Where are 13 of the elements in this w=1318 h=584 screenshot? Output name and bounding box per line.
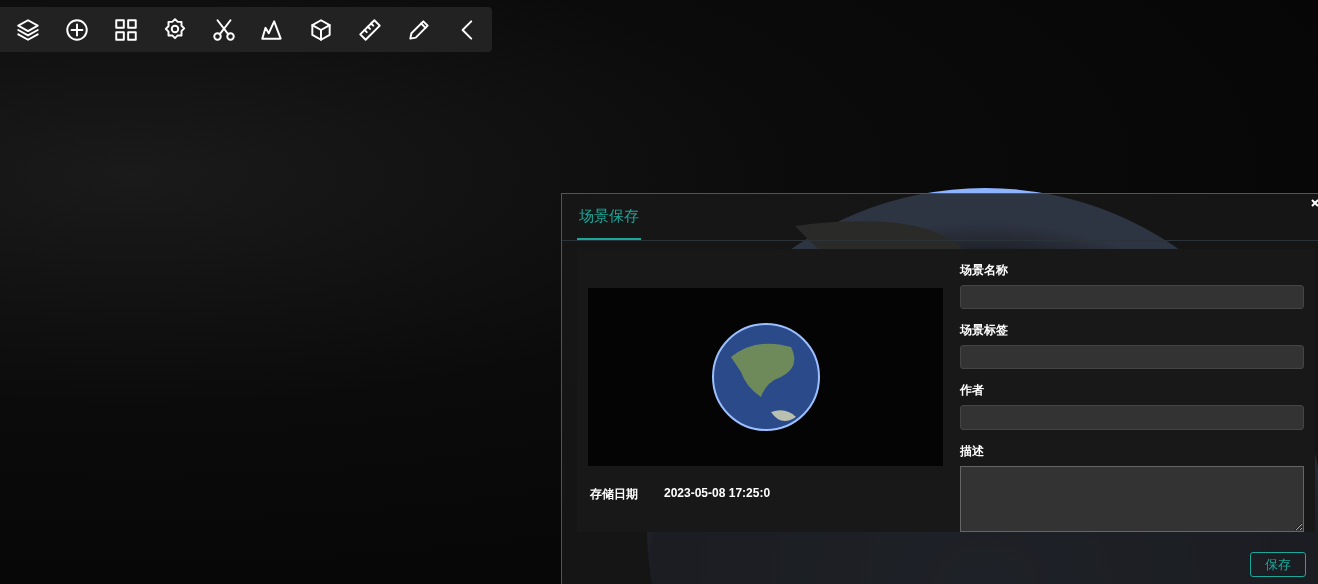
field-label: 作者 <box>960 382 985 400</box>
dialog-tab[interactable]: 场景保存 <box>577 194 641 240</box>
storage-date-value: 2023-05-08 17:25:0 <box>664 486 771 502</box>
field-label: 描述 <box>960 442 985 460</box>
field-label: 场景名称 <box>960 262 1009 279</box>
input-field[interactable] <box>960 405 1304 430</box>
close-icon[interactable] <box>1311 199 1318 207</box>
description-field[interactable] <box>960 465 1304 532</box>
storage-date-label: 存储日期 <box>590 486 638 503</box>
field-label: 场景标签 <box>960 322 1009 340</box>
input-field[interactable] <box>960 345 1304 370</box>
input-field[interactable] <box>960 285 1304 310</box>
save-button[interactable]: 保存 <box>1250 552 1306 577</box>
